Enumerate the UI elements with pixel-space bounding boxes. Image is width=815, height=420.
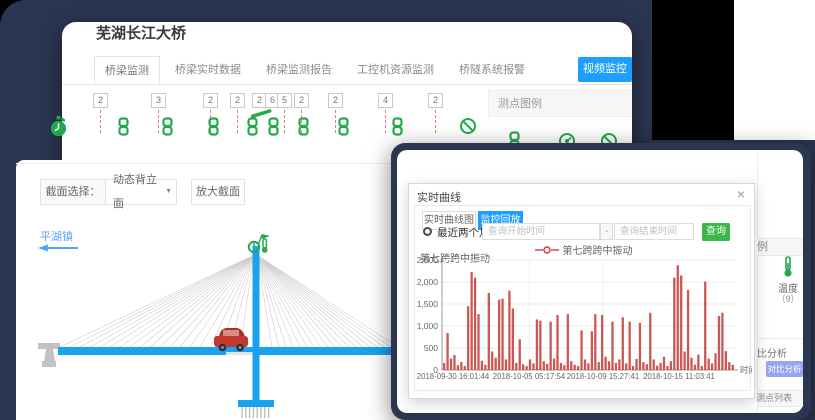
sensor-count-badge: 4 bbox=[378, 93, 393, 108]
sensor-leader-line bbox=[237, 110, 238, 133]
sidebar-legend-band: 测点图例 bbox=[757, 238, 803, 256]
modal-title: 实时曲线 bbox=[417, 189, 461, 205]
temperature-count: （9） bbox=[770, 292, 806, 305]
sensor-count-badge: 3 bbox=[151, 93, 166, 108]
sensor-leader-line bbox=[385, 110, 386, 133]
sensor-leader-line bbox=[435, 110, 436, 133]
svg-text:2018-10-09 15:27:41: 2018-10-09 15:27:41 bbox=[567, 372, 639, 381]
temperature-icon[interactable] bbox=[782, 256, 794, 278]
sensor-count-badge: 2 bbox=[203, 93, 218, 108]
screenshot-stage: 芜湖长江大桥 桥梁监测桥梁实时数据桥梁监测报告工控机资源监测桥隧系统报警 视频监… bbox=[0, 0, 815, 420]
zoom-section-button[interactable]: 放大截面 bbox=[191, 179, 245, 205]
prohibit-icon[interactable] bbox=[459, 117, 477, 135]
svg-text:500: 500 bbox=[424, 343, 438, 353]
chevron-down-icon: ▼ bbox=[165, 180, 172, 204]
sensor-leader-line bbox=[100, 110, 101, 133]
svg-text:1,000: 1,000 bbox=[417, 321, 439, 331]
svg-text:2018-10-15 11:03:41: 2018-10-15 11:03:41 bbox=[643, 372, 715, 381]
query-button[interactable]: 查询 bbox=[702, 223, 730, 241]
bridge-tower bbox=[253, 246, 260, 400]
query-end-input[interactable] bbox=[614, 223, 694, 240]
chain-sensor-icon[interactable] bbox=[337, 117, 350, 136]
tilt-sensor-icon[interactable] bbox=[250, 106, 274, 120]
sensor-count-badge: 2 bbox=[328, 93, 343, 108]
section-divider bbox=[16, 163, 391, 164]
svg-text:1,500: 1,500 bbox=[417, 299, 439, 309]
sidebar-bottom-band: 桥梁测点列表 bbox=[757, 390, 803, 407]
sensor-count-badge: 2 bbox=[230, 93, 245, 108]
recent-two-months-radio[interactable] bbox=[423, 227, 432, 236]
svg-text:时间: 时间 bbox=[740, 365, 752, 375]
section-select-label: 截面选择： bbox=[40, 179, 106, 205]
pier-hatch bbox=[242, 407, 269, 418]
sensor-strip: 23222652242 bbox=[0, 0, 652, 160]
sensor-count-badge: 5 bbox=[277, 93, 292, 108]
compare-button[interactable]: 对比分析 bbox=[766, 361, 803, 377]
sensor-count-badge: 2 bbox=[294, 93, 309, 108]
legend-panel-title: 测点图例 bbox=[488, 90, 632, 117]
chain-sensor-icon[interactable] bbox=[117, 117, 130, 136]
stopwatch-icon[interactable] bbox=[49, 116, 68, 138]
sensor-leader-line bbox=[284, 110, 285, 133]
sidebar-legend-tail: 测点图例 bbox=[757, 239, 768, 255]
modal-panel: 实时曲线图监控回放 最近两个月 - 查询 第七跨跨中振动 第七跨跨中振动 050… bbox=[414, 205, 751, 391]
section-select-dropdown[interactable]: 动态背立面 ▼ bbox=[105, 179, 177, 205]
svg-text:2018-10-05 05:17:54: 2018-10-05 05:17:54 bbox=[493, 372, 566, 381]
tower-thermometer-icon[interactable] bbox=[262, 239, 268, 253]
realtime-curve-modal: 实时曲线 × 实时曲线图监控回放 最近两个月 - 查询 第七跨跨中振动 第七跨跨… bbox=[408, 183, 755, 399]
bridge-diagram bbox=[16, 225, 400, 420]
svg-text:2,500: 2,500 bbox=[417, 256, 439, 265]
sidebar-section-line bbox=[757, 338, 803, 339]
chain-sensor-icon[interactable] bbox=[207, 117, 220, 136]
svg-text:2,000: 2,000 bbox=[417, 277, 439, 287]
query-start-input[interactable] bbox=[482, 223, 600, 240]
black-patch bbox=[652, 0, 735, 140]
chain-sensor-icon[interactable] bbox=[391, 117, 404, 136]
sensor-count-badge: 2 bbox=[428, 93, 443, 108]
vibration-chart: 05001,0001,5002,0002,5002018-09-30 16:01… bbox=[415, 256, 752, 392]
close-icon[interactable]: × bbox=[737, 186, 745, 202]
point-list-label: 桥梁测点列表 bbox=[757, 391, 792, 406]
sensor-leader-line bbox=[158, 110, 159, 133]
pier-cap bbox=[238, 400, 274, 407]
white-patch bbox=[734, 0, 815, 140]
date-range-separator: - bbox=[600, 223, 613, 240]
chain-sensor-icon[interactable] bbox=[297, 117, 310, 136]
compare-section-title: 对比分析 bbox=[757, 345, 803, 358]
sensor-leader-line bbox=[335, 110, 336, 133]
chain-sensor-icon[interactable] bbox=[161, 117, 174, 136]
sidebar-divider bbox=[757, 150, 758, 413]
svg-text:2018-09-30 16:01:44: 2018-09-30 16:01:44 bbox=[417, 372, 490, 381]
section-select-value: 动态背立面 bbox=[113, 168, 165, 216]
sensor-count-badge: 2 bbox=[93, 93, 108, 108]
abutment bbox=[38, 343, 60, 367]
